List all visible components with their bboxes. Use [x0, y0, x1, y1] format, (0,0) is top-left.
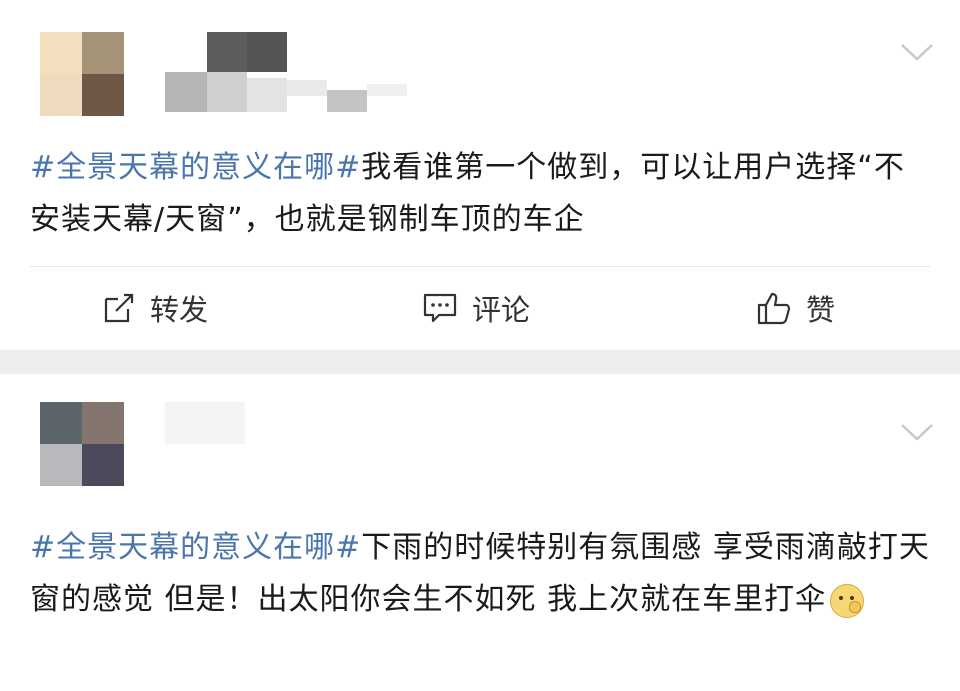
post-card: #全景天幕的意义在哪#下雨的时候特别有氛围感 享受雨滴敲打天窗的感觉 但是！出太…: [0, 374, 960, 691]
repost-icon: [104, 293, 134, 323]
username-blurred[interactable]: [165, 32, 425, 112]
post-separator: [0, 350, 960, 374]
post-card: #全景天幕的意义在哪#我看谁第一个做到，可以让用户选择“不安装天幕/天窗”，也就…: [0, 0, 960, 350]
avatar[interactable]: [40, 402, 124, 486]
chevron-down-icon[interactable]: [900, 422, 934, 442]
thumbs-up-icon: [757, 292, 791, 325]
like-label: 赞: [806, 293, 836, 327]
chevron-down-icon[interactable]: [900, 42, 934, 62]
repost-label: 转发: [150, 293, 209, 327]
like-button[interactable]: 赞: [756, 288, 835, 328]
divider: [30, 266, 930, 267]
avatar[interactable]: [40, 32, 124, 116]
topic-hashtag[interactable]: #全景天幕的意义在哪#: [30, 150, 361, 185]
comment-button[interactable]: 评论: [422, 288, 530, 328]
repost-button[interactable]: 转发: [102, 288, 208, 328]
action-bar: 转发 评论 赞: [0, 270, 960, 348]
topic-hashtag[interactable]: #全景天幕的意义在哪#: [30, 530, 361, 565]
comment-label: 评论: [472, 293, 531, 327]
smirk-emoji-icon: [830, 583, 865, 618]
post-content: #全景天幕的意义在哪#我看谁第一个做到，可以让用户选择“不安装天幕/天窗”，也就…: [30, 142, 930, 246]
comment-icon: [423, 293, 457, 323]
username-blurred[interactable]: [165, 402, 425, 482]
post-content: #全景天幕的意义在哪#下雨的时候特别有氛围感 享受雨滴敲打天窗的感觉 但是！出太…: [30, 522, 930, 626]
